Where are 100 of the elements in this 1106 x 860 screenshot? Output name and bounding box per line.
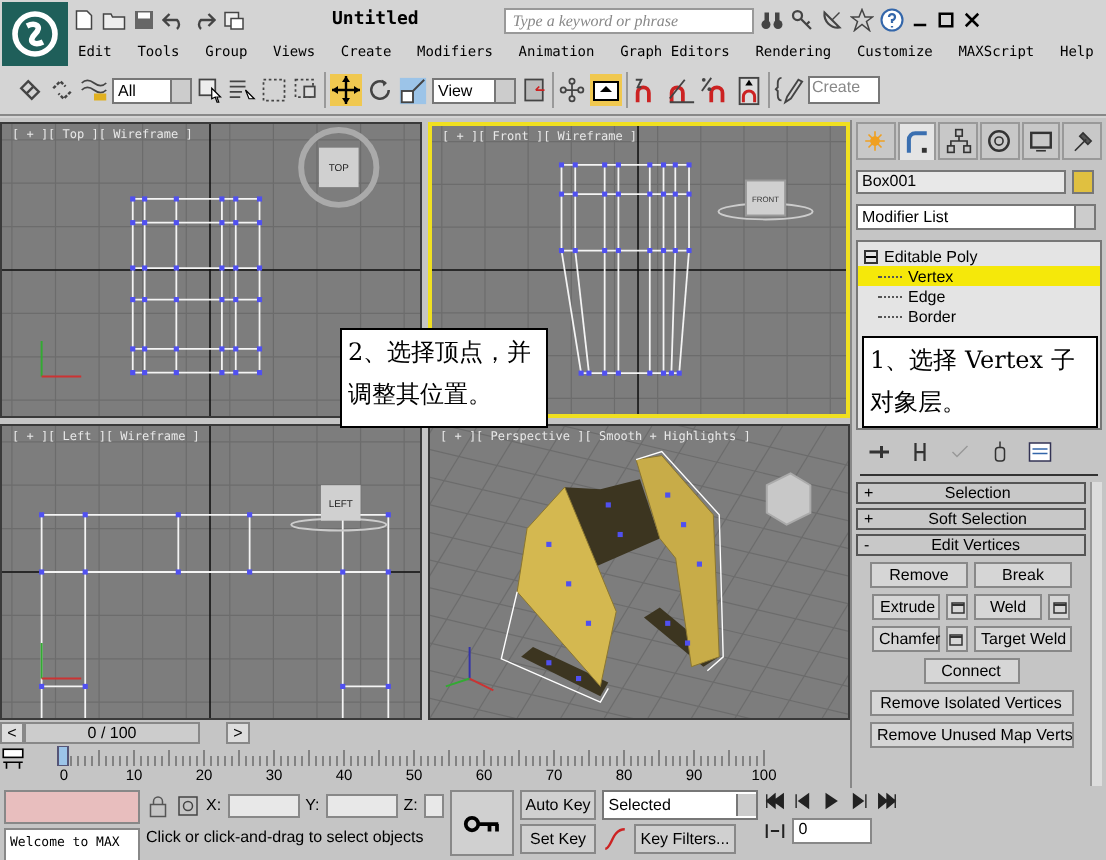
coordinate-field[interactable]	[227, 793, 300, 817]
satellite-icon[interactable]	[820, 8, 845, 32]
object-color-swatch[interactable]	[1072, 170, 1094, 194]
link-icon[interactable]	[16, 76, 44, 104]
rollout-header[interactable]: - Edit Vertices	[856, 534, 1086, 556]
help-icon[interactable]	[880, 8, 905, 32]
settings-button[interactable]	[945, 626, 967, 652]
stack-item[interactable]: Editable Poly	[858, 246, 1100, 266]
spinner-snap-icon[interactable]	[734, 75, 764, 105]
time-slider-thumb[interactable]: 0 / 100	[24, 722, 200, 744]
go-to-start-icon[interactable]	[764, 790, 787, 812]
maximize-icon[interactable]	[936, 10, 957, 30]
app-logo-icon[interactable]	[2, 2, 68, 66]
rollout-title[interactable]: Soft Selection	[877, 510, 1078, 528]
motion-icon	[986, 128, 1013, 154]
new-file-icon[interactable]	[72, 8, 96, 32]
rollout-header[interactable]: + Selection	[856, 482, 1086, 504]
select-by-name-icon[interactable]	[228, 76, 256, 104]
search-field[interactable]: Type a keyword or phrase	[504, 7, 755, 33]
go-to-end-icon[interactable]	[876, 790, 899, 812]
undo-icon[interactable]	[162, 8, 186, 32]
command-button[interactable]: Target Weld	[973, 626, 1071, 652]
pivot-center-icon[interactable]	[520, 76, 548, 104]
modifier-list-dropdown[interactable]: Modifier List	[856, 204, 1096, 230]
auto-key-button[interactable]: Auto Key	[519, 790, 597, 820]
binoculars-icon[interactable]	[760, 8, 785, 32]
key-filters-button[interactable]: Key Filters...	[634, 824, 736, 854]
modify-icon	[904, 129, 930, 155]
bind-space-warp-icon[interactable]	[80, 76, 108, 104]
panel-tab[interactable]	[980, 122, 1020, 160]
lock-icon[interactable]	[146, 793, 170, 817]
key-icon[interactable]	[790, 8, 815, 32]
show-end-result-icon[interactable]	[908, 440, 932, 464]
command-button[interactable]: Connect	[923, 658, 1019, 684]
command-button[interactable]: Weld	[974, 594, 1042, 620]
view-cube[interactable]	[765, 472, 812, 526]
redo-icon[interactable]	[192, 8, 216, 32]
set-key-button[interactable]: Set Key	[519, 824, 597, 854]
save-icon[interactable]	[132, 8, 156, 32]
rollout-toggle[interactable]: -	[864, 536, 870, 554]
open-folder-icon[interactable]	[102, 8, 126, 32]
named-selection-field[interactable]: Create	[808, 76, 880, 104]
curve-editor-icon[interactable]	[0, 746, 26, 772]
object-name-field[interactable]: Box001	[856, 170, 1066, 194]
unlink-icon[interactable]	[48, 76, 76, 104]
move-icon[interactable]	[330, 74, 362, 106]
key-mode-dropdown[interactable]: Selected	[602, 790, 759, 820]
rollout-header[interactable]: + Soft Selection	[856, 508, 1086, 530]
rectangular-selection-icon[interactable]	[260, 76, 288, 104]
expand-toggle[interactable]	[864, 249, 878, 263]
next-frame-button[interactable]: >	[226, 722, 250, 744]
previous-frame-button[interactable]: <	[0, 722, 24, 744]
edit-named-selection-icon[interactable]	[774, 75, 804, 105]
panel-tab[interactable]	[938, 122, 979, 160]
star-icon[interactable]	[850, 8, 875, 32]
previous-frame-icon[interactable]	[792, 790, 815, 812]
scale-icon[interactable]	[398, 75, 428, 105]
command-button[interactable]: Remove Isolated Vertices	[869, 690, 1073, 716]
select-object-icon[interactable]	[196, 76, 224, 104]
rollout-title[interactable]: Selection	[877, 484, 1078, 502]
set-key-mode-button[interactable]	[449, 790, 514, 856]
panel-tab[interactable]	[1062, 122, 1103, 160]
current-frame-field[interactable]: 0	[792, 818, 873, 844]
command-button[interactable]: Break	[974, 562, 1072, 588]
rotate-icon[interactable]	[366, 76, 394, 104]
absolute-mode-icon[interactable]	[176, 793, 200, 817]
configure-sets-icon[interactable]	[1028, 440, 1052, 464]
command-button[interactable]: Remove	[870, 562, 968, 588]
play-icon[interactable]	[820, 790, 843, 812]
stack-item[interactable]: Border	[858, 306, 1100, 326]
current-frame-marker[interactable]	[57, 746, 69, 766]
settings-button[interactable]	[1048, 594, 1070, 620]
pin-stack-icon[interactable]	[868, 440, 892, 464]
scroll-bar[interactable]	[1090, 482, 1102, 786]
key-mode-toggle-icon[interactable]	[764, 820, 787, 842]
percent-snap-icon[interactable]	[700, 75, 730, 105]
rollout-toggle[interactable]: +	[864, 510, 874, 528]
select-manipulate-icon[interactable]	[558, 76, 586, 104]
axis-tripod-icon	[40, 340, 83, 378]
panel-tab[interactable]	[897, 122, 937, 160]
selection-filter-dropdown[interactable]: All	[112, 77, 192, 103]
angle-snap-icon[interactable]	[666, 75, 696, 105]
project-folder-icon[interactable]	[222, 8, 246, 32]
command-button[interactable]: Chamfer	[871, 626, 939, 652]
rollout-toggle[interactable]: +	[864, 484, 874, 502]
coordinate-field[interactable]	[325, 793, 398, 817]
stack-item[interactable]: Vertex	[858, 266, 1100, 286]
maxscript-listener-field[interactable]	[4, 790, 140, 824]
tangent-curve-icon[interactable]	[602, 826, 629, 852]
rollout-title[interactable]: Edit Vertices	[873, 536, 1078, 554]
stack-item[interactable]: Edge	[858, 286, 1100, 306]
coordinate-field[interactable]	[423, 793, 444, 817]
command-button[interactable]: Remove Unused Map Verts	[869, 722, 1073, 748]
reference-coordinate-dropdown[interactable]: View	[432, 77, 516, 103]
window-crossing-icon[interactable]	[292, 76, 320, 104]
close-icon[interactable]	[962, 10, 983, 30]
panel-tab[interactable]	[1021, 122, 1061, 160]
next-frame-icon[interactable]	[848, 790, 871, 812]
command-button[interactable]: Extrude	[872, 594, 940, 620]
settings-button[interactable]	[946, 594, 968, 620]
